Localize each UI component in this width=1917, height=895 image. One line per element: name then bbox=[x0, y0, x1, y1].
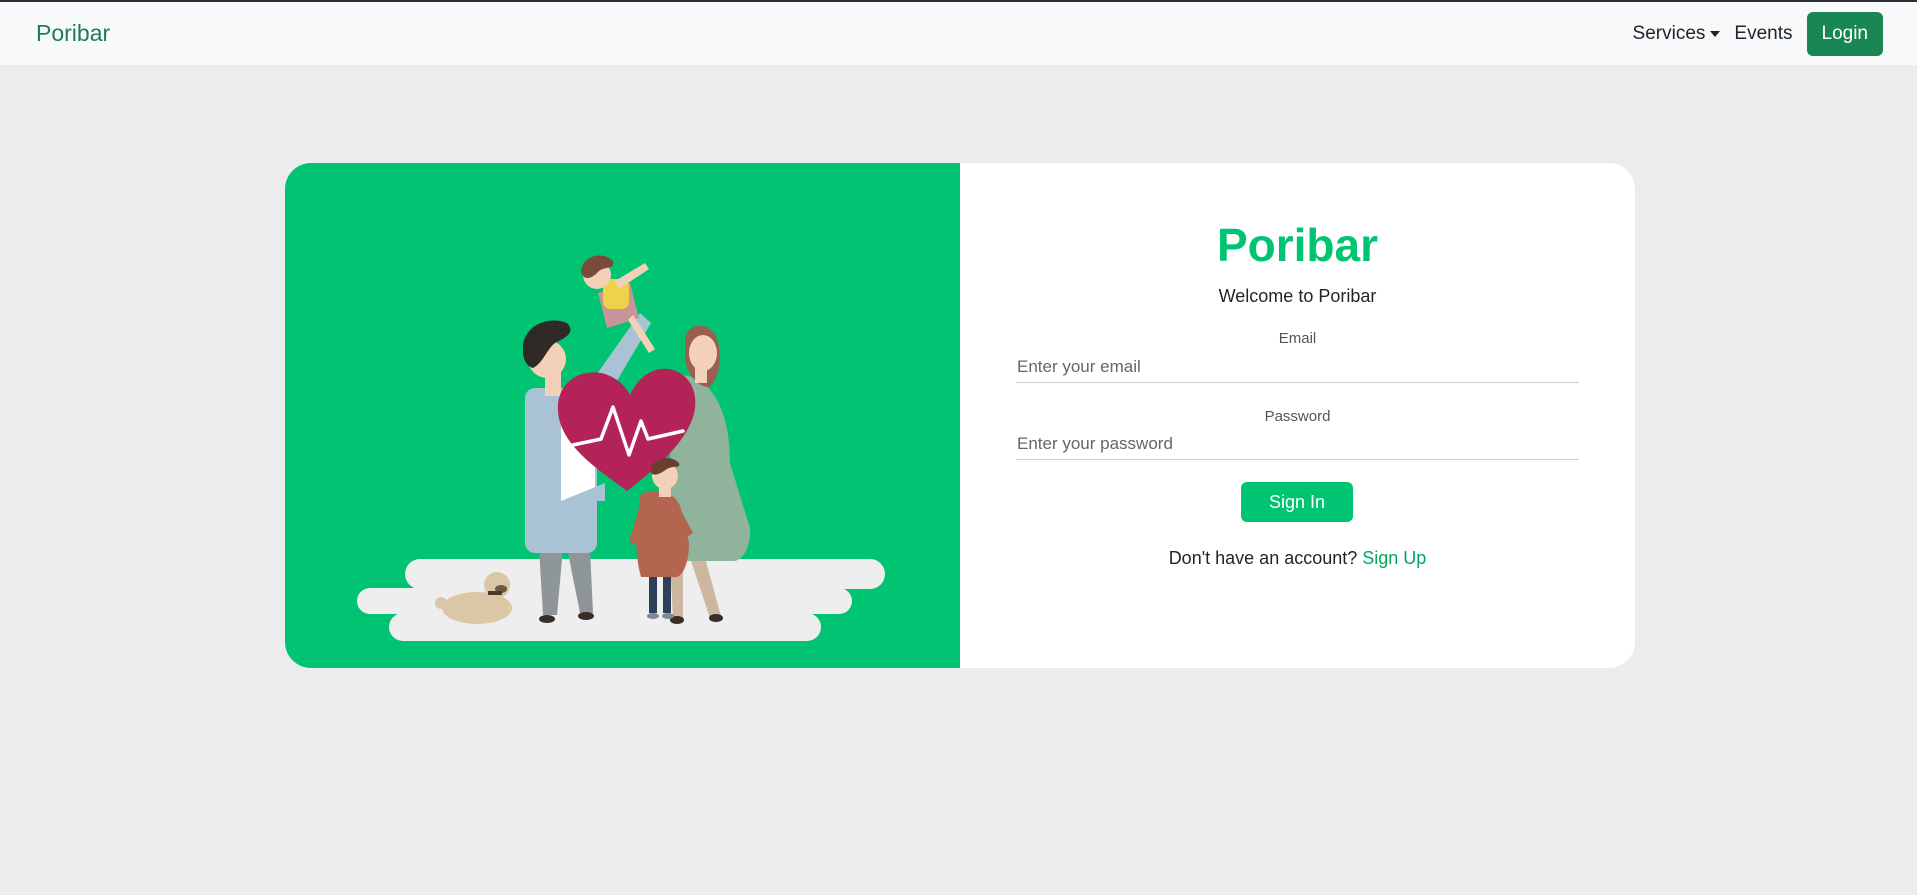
login-button[interactable]: Login bbox=[1806, 11, 1883, 56]
events-link[interactable]: Events bbox=[1734, 23, 1792, 45]
no-account-text: Don't have an account? bbox=[1168, 548, 1363, 568]
services-dropdown[interactable]: Services bbox=[1633, 23, 1721, 45]
welcome-text: Welcome to Poribar bbox=[1218, 286, 1377, 306]
illustration-panel bbox=[285, 163, 960, 668]
password-label: Password bbox=[1264, 408, 1331, 425]
form-title: Poribar bbox=[1216, 219, 1379, 271]
email-input[interactable] bbox=[1016, 351, 1579, 383]
services-label: Services bbox=[1632, 22, 1706, 44]
signup-prompt: Don't have an account? Sign Up bbox=[960, 548, 1635, 569]
login-form-panel: Poribar Welcome to Poribar Email Passwor… bbox=[960, 163, 1635, 668]
sign-up-link[interactable]: Sign Up bbox=[1362, 548, 1426, 568]
navbar-menu: Services Events Login bbox=[1633, 11, 1883, 56]
sign-in-button[interactable]: Sign In bbox=[1241, 482, 1353, 522]
navbar-brand[interactable]: Poribar bbox=[36, 20, 110, 47]
family-health-illustration bbox=[357, 255, 885, 641]
login-card: Poribar Welcome to Poribar Email Passwor… bbox=[285, 163, 1635, 668]
email-label: Email bbox=[1278, 330, 1317, 347]
caret-down-icon bbox=[1710, 30, 1721, 37]
top-navbar: Poribar Services Events Login bbox=[0, 2, 1917, 65]
password-input[interactable] bbox=[1016, 428, 1579, 460]
